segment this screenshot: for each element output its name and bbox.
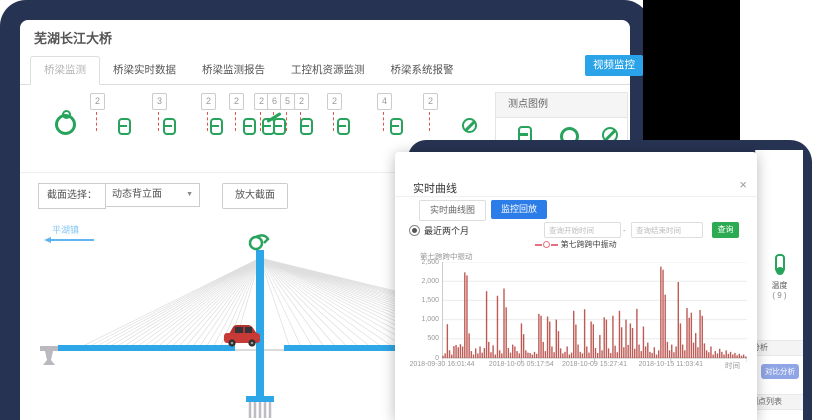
bridge-deck-left [58, 345, 235, 351]
tab-桥梁实时数据[interactable]: 桥梁实时数据 [100, 57, 189, 84]
section-select-value: 动态背立面 [112, 183, 162, 207]
radio-label: 最近两个月 [424, 224, 469, 237]
y-tick-label: 500 [403, 335, 439, 342]
chart-legend[interactable]: 第七跨跨中振动 [395, 239, 757, 250]
sensor-dash-line [158, 112, 159, 131]
chain-link-icon[interactable] [337, 118, 350, 135]
realtime-curve-modal: 实时曲线 × 实时曲线图监控回放 最近两个月 - 查询 第七跨跨中振动 第七跨跨… [395, 152, 757, 420]
sensor-dash-line [235, 112, 236, 131]
tab-桥梁监测[interactable]: 桥梁监测 [30, 56, 100, 85]
section-select-label: 截面选择： [38, 183, 106, 209]
y-tick-label: 1,500 [403, 297, 439, 304]
sensor-dash-line [260, 112, 261, 131]
sensor-count-badge[interactable]: 2 [201, 93, 216, 110]
modal-tab-监控回放[interactable]: 监控回放 [491, 200, 547, 219]
car [224, 325, 260, 347]
chevron-down-icon: ▼ [186, 183, 193, 207]
sensor-dash-line [429, 112, 430, 131]
vibration-chart[interactable] [442, 262, 747, 362]
chain-link-icon[interactable] [210, 118, 223, 135]
compare-analysis-header: 对比分析 [756, 340, 803, 356]
sensor-count-badge[interactable]: 2 [327, 93, 342, 110]
legend-dash-icon [551, 244, 558, 246]
sensor-count-badge[interactable]: 2 [423, 93, 438, 110]
tab-桥梁系统报警[interactable]: 桥梁系统报警 [378, 57, 467, 84]
left-pier [40, 346, 58, 365]
sensor-count-badge[interactable]: 5 [280, 93, 295, 110]
modal-header-divider [395, 196, 757, 197]
sensor-dash-line [333, 112, 334, 131]
main-tabs: 桥梁监测桥梁实时数据桥梁监测报告工控机资源监测桥梁系统报警 [20, 57, 630, 85]
black-background-area [643, 0, 740, 148]
x-tick-label: 2018-09-30 16:01:44 [406, 361, 478, 368]
temperature-count: ( 9 ) [756, 291, 803, 300]
compare-analysis-button[interactable]: 对比分析 [761, 364, 799, 379]
close-icon[interactable]: × [739, 178, 747, 191]
query-button[interactable]: 查询 [712, 222, 739, 238]
modal-tabs: 实时曲线图监控回放 [419, 200, 552, 221]
section-select[interactable]: 动态背立面 ▼ [106, 183, 200, 207]
thermometer-icon[interactable] [775, 254, 785, 273]
legend-dash-icon [535, 244, 542, 246]
ban-icon[interactable] [462, 118, 477, 133]
section-controls: 截面选择： 动态背立面 ▼ 放大截面 [38, 183, 288, 207]
chain-link-icon[interactable] [118, 118, 131, 135]
chain-link-icon[interactable] [273, 118, 286, 135]
x-tick-label: 2018-10-05 05:17:54 [485, 361, 557, 368]
sensor-dash-line [96, 112, 97, 131]
sensor-count-badge[interactable]: 2 [229, 93, 244, 110]
modal-title: 实时曲线 [413, 180, 457, 196]
sensor-dash-line [286, 112, 287, 131]
x-axis-label: 时间 [725, 360, 740, 371]
point-list-header: 测点列表 [756, 394, 803, 410]
chain-link-icon[interactable] [163, 118, 176, 135]
sensor-count-badge[interactable]: 2 [294, 93, 309, 110]
sensor-type-panel: 温度 ( 9 ) 对比分析 对比分析 测点列表 [755, 150, 803, 420]
pile-group [250, 402, 270, 418]
last-two-months-radio[interactable] [409, 225, 420, 236]
query-start-time-input[interactable] [544, 222, 621, 238]
y-tick-label: 2,000 [403, 278, 439, 285]
bridge-tower [256, 250, 264, 400]
page-title: 芜湖长江大桥 [34, 28, 112, 47]
chain-link-icon[interactable] [390, 118, 403, 135]
chain-link-icon[interactable] [243, 118, 256, 135]
video-monitor-button[interactable]: 视频监控 [585, 55, 643, 76]
tab-工控机资源监测[interactable]: 工控机资源监测 [278, 57, 378, 84]
chain-link-icon[interactable] [300, 118, 313, 135]
screen: 芜湖长江大桥 桥梁监测桥梁实时数据桥梁监测报告工控机资源监测桥梁系统报警 视频监… [0, 0, 815, 420]
temperature-label: 温度 [756, 280, 803, 291]
x-tick-label: 2018-10-15 11:03:41 [635, 361, 707, 368]
dynamometer-icon[interactable] [55, 114, 76, 135]
legend-circle-icon [543, 241, 550, 248]
sensor-dash-line [383, 112, 384, 131]
y-tick-label: 1,000 [403, 316, 439, 323]
y-tick-label: 2,500 [403, 259, 439, 266]
sensor-count-badge[interactable]: 3 [152, 93, 167, 110]
modal-tab-实时曲线图[interactable]: 实时曲线图 [419, 200, 486, 221]
x-tick-label: 2018-10-09 15:27:41 [559, 361, 631, 368]
zoom-section-button[interactable]: 放大截面 [222, 183, 288, 209]
pier-cap [246, 396, 274, 402]
query-end-time-input[interactable] [631, 222, 703, 238]
legend-label: 第七跨跨中振动 [561, 240, 617, 249]
wind-sensor-icon[interactable] [250, 235, 268, 249]
sensor-count-badge[interactable]: 4 [377, 93, 392, 110]
sensor-count-badge[interactable]: 2 [90, 93, 105, 110]
sensor-dash-line [207, 112, 208, 131]
date-range-separator: - [623, 226, 626, 235]
point-legend-title: 测点图例 [495, 92, 628, 118]
tab-桥梁监测报告[interactable]: 桥梁监测报告 [189, 57, 278, 84]
